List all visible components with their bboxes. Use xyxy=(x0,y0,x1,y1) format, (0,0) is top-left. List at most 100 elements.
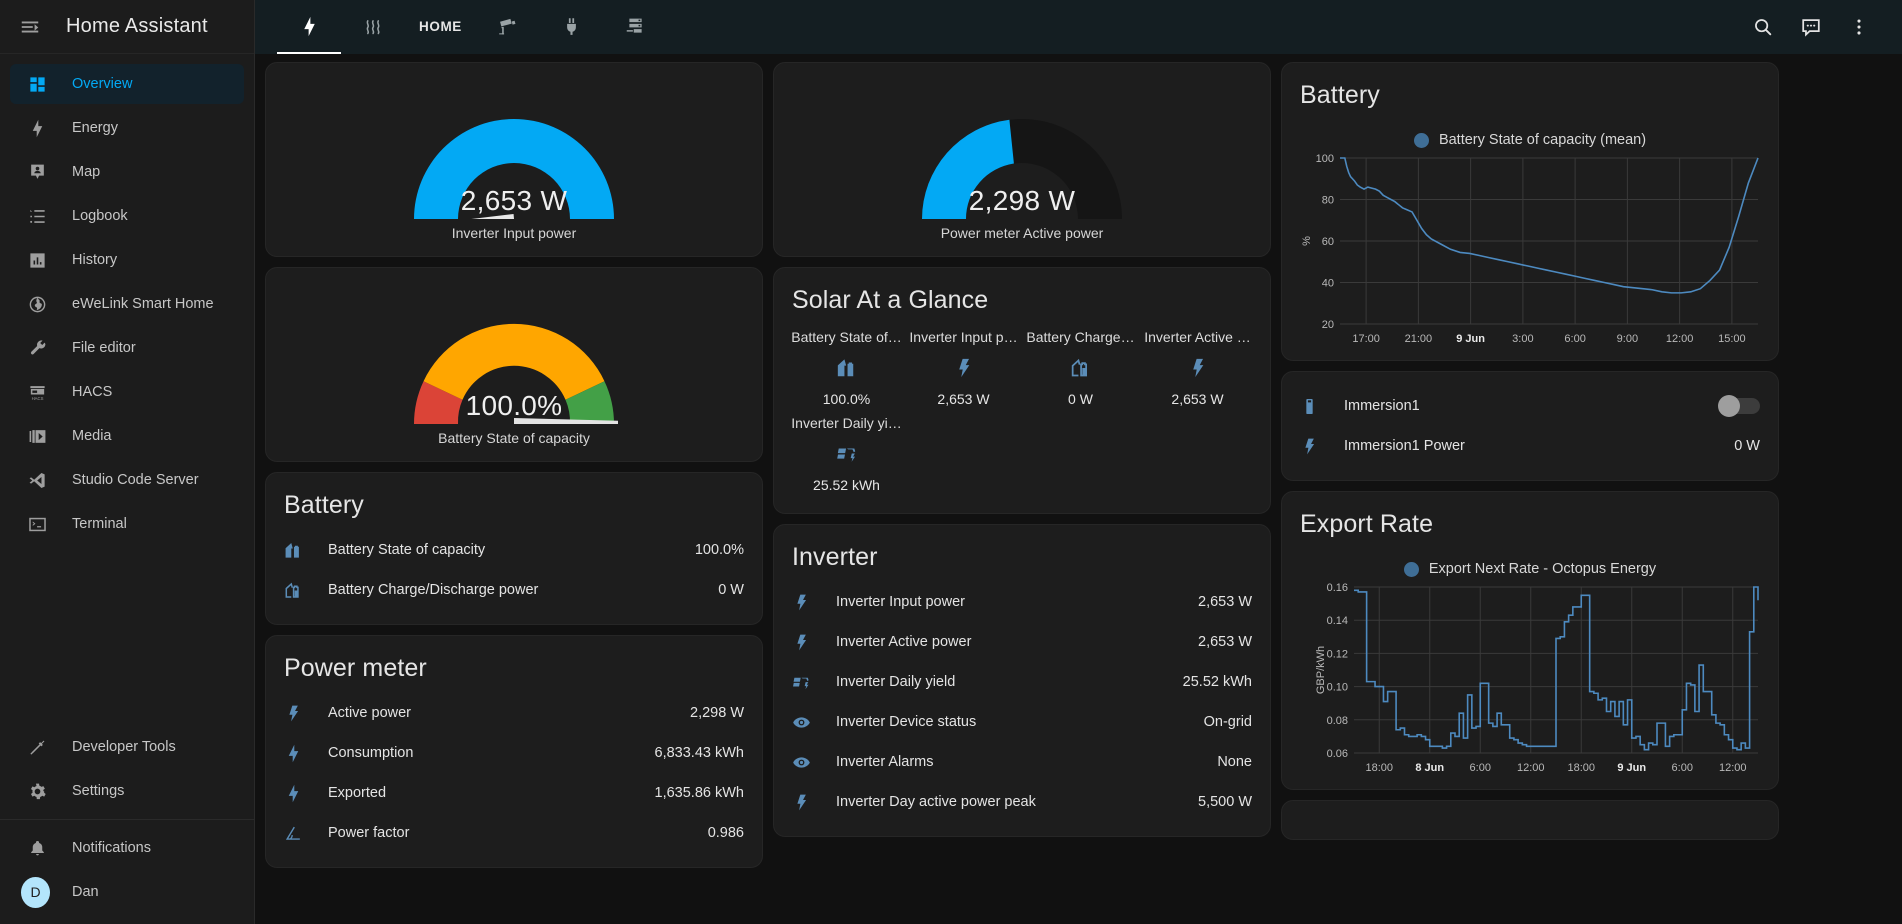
sidebar-item-label: Notifications xyxy=(72,840,151,856)
tab-energy[interactable] xyxy=(277,0,341,54)
eye-icon xyxy=(792,713,818,732)
entity-row[interactable]: Inverter Day active power peak 5,500 W xyxy=(792,782,1252,822)
sidebar-item-user[interactable]: D Dan xyxy=(10,872,244,912)
sidebar-item-overview[interactable]: Overview xyxy=(10,64,244,104)
sidebar-tools: Developer Tools Settings xyxy=(0,723,254,815)
card-export-rate-chart: Export Rate Export Next Rate - Octopus E… xyxy=(1281,491,1779,790)
sidebar-item-label: Map xyxy=(72,164,101,180)
entity-value: 2,298 W xyxy=(690,705,744,721)
entity-row[interactable]: Inverter Daily yield 25.52 kWh xyxy=(792,662,1252,702)
entity-row[interactable]: Inverter Input power 2,653 W xyxy=(792,582,1252,622)
svg-text:6:00: 6:00 xyxy=(1672,762,1693,774)
entity-name: Battery State of capacity xyxy=(328,542,486,558)
glance-value: 2,653 W xyxy=(1171,391,1224,407)
home-battery-icon xyxy=(836,355,858,381)
gauge-label: Power meter Active power xyxy=(940,224,1104,241)
sidebar-item-hacs[interactable]: HACS HACS xyxy=(10,372,244,412)
entity-row[interactable]: Inverter Device status On-grid xyxy=(792,702,1252,742)
entity-row[interactable]: Inverter Active power 2,653 W xyxy=(792,622,1252,662)
svg-text:100: 100 xyxy=(1316,153,1334,165)
gauge-value: 2,298 W xyxy=(968,184,1076,216)
sidebar-item-label: eWeLink Smart Home xyxy=(72,296,214,312)
gauge-value: 100.0% xyxy=(465,389,563,421)
topbar-actions xyxy=(1742,6,1892,48)
card-gauge-battery-state-of-capacity[interactable]: 100.0% Battery State of capacity xyxy=(265,267,763,462)
sidebar-item-label: History xyxy=(72,252,118,268)
svg-text:12:00: 12:00 xyxy=(1666,333,1694,345)
chart-legend[interactable]: Export Next Rate - Octopus Energy xyxy=(1282,545,1778,579)
card-gauge-power-meter-active-power[interactable]: 2,298 W Power meter Active power xyxy=(773,62,1271,257)
chart-area: 20 40 60 80 100 17:00 21:00 9 Jun 3:00 6:00 9:00 12… xyxy=(1282,150,1778,360)
sidebar-item-history[interactable]: History xyxy=(10,240,244,280)
tab-plugs[interactable] xyxy=(540,0,604,54)
assist-chat-icon[interactable] xyxy=(1790,6,1832,48)
tab-home[interactable]: HOME xyxy=(405,0,476,54)
search-icon[interactable] xyxy=(1742,6,1784,48)
chart-legend[interactable]: Battery State of capacity (mean) xyxy=(1282,116,1778,150)
glance-item[interactable]: Inverter Daily yi… 25.52 kWh xyxy=(788,409,905,495)
entity-row[interactable]: Battery State of capacity 100.0% xyxy=(284,530,744,570)
card-immersion: Immersion1 Immersion1 Power 0 W xyxy=(1281,371,1779,481)
entity-value: On-grid xyxy=(1203,714,1252,730)
glance-item[interactable]: Inverter Active … 2,653 W xyxy=(1139,323,1256,409)
card-battery-history-chart: Battery Battery State of capacity (mean)… xyxy=(1281,62,1779,361)
cctv-icon xyxy=(497,16,518,37)
card-title: Power meter xyxy=(284,654,427,682)
immersion-toggle[interactable] xyxy=(1718,395,1760,417)
entity-value: 100.0% xyxy=(694,542,744,558)
entity-row[interactable]: Exported 1,635.86 kWh xyxy=(284,773,744,813)
glance-value: 25.52 kWh xyxy=(813,477,880,493)
menu-collapse-icon[interactable] xyxy=(8,5,52,49)
gear-icon xyxy=(24,779,50,803)
battery-history-plot[interactable]: 20 40 60 80 100 17:00 21:00 9 Jun 3:00 6:00 9:00 12… xyxy=(1292,150,1766,350)
entity-value: 0 W xyxy=(718,582,744,598)
sidebar-item-developer-tools[interactable]: Developer Tools xyxy=(10,727,244,767)
topbar: HOME xyxy=(255,0,1902,54)
entity-row[interactable]: Immersion1 xyxy=(1300,386,1760,426)
svg-text:0.06: 0.06 xyxy=(1327,748,1348,760)
sidebar-bottom: Notifications D Dan xyxy=(0,824,254,924)
glance-grid: Battery State of… 100.0% Inverter Input … xyxy=(774,321,1270,513)
tab-servers[interactable] xyxy=(604,0,668,54)
sidebar-item-settings[interactable]: Settings xyxy=(10,771,244,811)
entity-name: Active power xyxy=(328,705,412,721)
dots-vertical-icon[interactable] xyxy=(1838,6,1880,48)
entity-row[interactable]: Power factor 0.986 xyxy=(284,813,744,853)
sidebar-header: Home Assistant xyxy=(0,0,254,54)
sidebar-item-energy[interactable]: Energy xyxy=(10,108,244,148)
sidebar-item-studio-code-server[interactable]: Studio Code Server xyxy=(10,460,244,500)
glance-item[interactable]: Inverter Input p… 2,653 W xyxy=(905,323,1022,409)
sidebar-item-map[interactable]: Map xyxy=(10,152,244,192)
column-3: Battery Battery State of capacity (mean)… xyxy=(1281,62,1779,840)
sidebar-item-ewelink-smart-home[interactable]: eWeLink Smart Home xyxy=(10,284,244,324)
entity-name: Inverter Alarms xyxy=(836,754,934,770)
entity-name: Inverter Day active power peak xyxy=(836,794,1036,810)
sidebar-item-notifications[interactable]: Notifications xyxy=(10,828,244,868)
sidebar-item-label: Overview xyxy=(72,76,133,92)
svg-text:9 Jun: 9 Jun xyxy=(1456,333,1485,345)
entity-name: Inverter Active power xyxy=(836,634,972,650)
glance-name: Battery State of… xyxy=(791,329,902,345)
entity-name: Inverter Input power xyxy=(836,594,965,610)
glance-name: Battery Charge… xyxy=(1026,329,1135,345)
sidebar-item-file-editor[interactable]: File editor xyxy=(10,328,244,368)
entity-row[interactable]: Inverter Alarms None xyxy=(792,742,1252,782)
card-gauge-inverter-input-power[interactable]: 2,653 W Inverter Input power xyxy=(265,62,763,257)
entity-row[interactable]: Immersion1 Power 0 W xyxy=(1300,426,1760,466)
tab-heating[interactable] xyxy=(341,0,405,54)
solar-power-icon xyxy=(792,673,818,692)
entity-row[interactable]: Battery Charge/Discharge power 0 W xyxy=(284,570,744,610)
glance-item[interactable]: Battery Charge… 0 W xyxy=(1022,323,1139,409)
entity-name: Exported xyxy=(328,785,387,801)
card-power-meter: Power meter Active power 2,298 W Consump… xyxy=(265,635,763,868)
sidebar-item-logbook[interactable]: Logbook xyxy=(10,196,244,236)
tab-cameras[interactable] xyxy=(476,0,540,54)
card-title: Export Rate xyxy=(1300,510,1434,538)
sidebar-item-media[interactable]: Media xyxy=(10,416,244,456)
flash-alert-icon xyxy=(792,633,818,652)
entity-row[interactable]: Consumption 6,833.43 kWh xyxy=(284,733,744,773)
glance-item[interactable]: Battery State of… 100.0% xyxy=(788,323,905,409)
export-rate-plot[interactable]: 0.06 0.08 0.10 0.12 0.14 0.16 18:00 8 Jun 6:00 12… xyxy=(1292,579,1766,779)
sidebar-item-terminal[interactable]: Terminal xyxy=(10,504,244,544)
entity-row[interactable]: Active power 2,298 W xyxy=(284,693,744,733)
